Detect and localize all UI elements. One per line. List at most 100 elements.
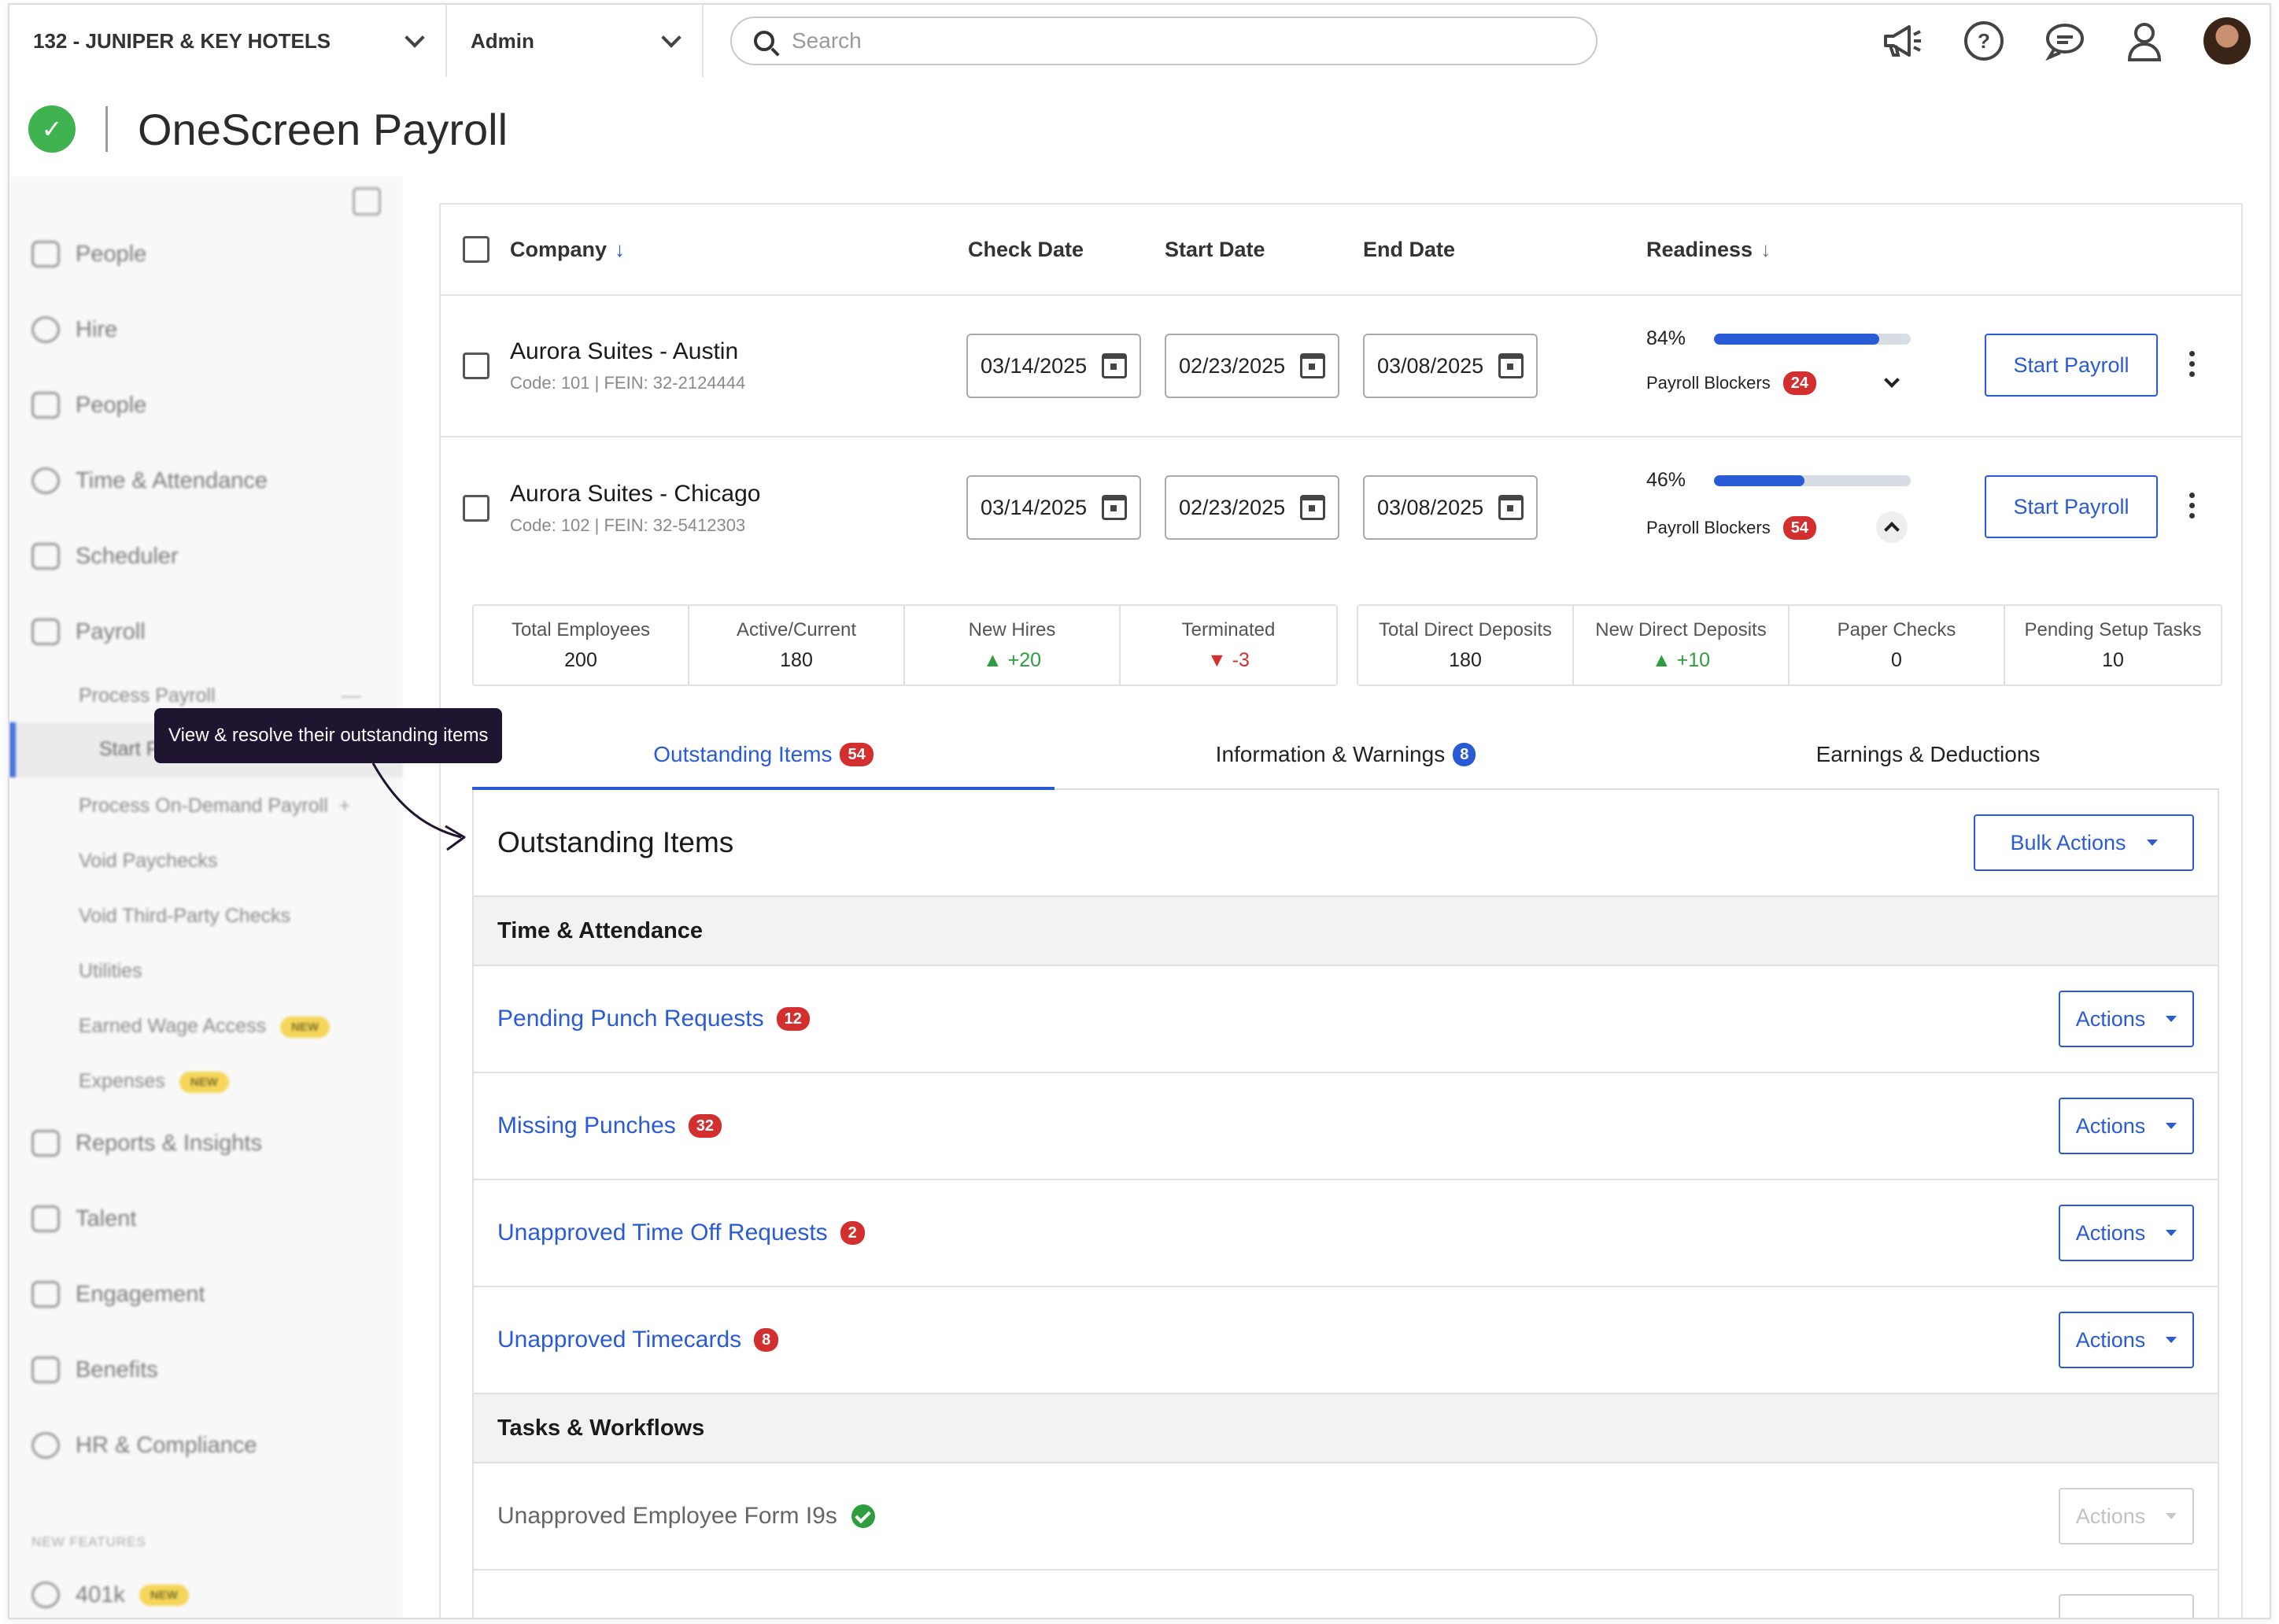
sidebar-item-people-2[interactable]: People xyxy=(31,392,146,419)
calendar-icon xyxy=(1102,353,1127,378)
company-name: Aurora Suites - Austin xyxy=(510,338,739,364)
user-support-icon[interactable] xyxy=(2126,20,2163,61)
sidebar-sub-process-on-demand[interactable]: Process On-Demand Payroll + xyxy=(79,795,350,818)
row-checkbox[interactable] xyxy=(463,352,489,379)
sidebar-item-talent[interactable]: Talent xyxy=(31,1205,136,1232)
start-payroll-button[interactable]: Start Payroll xyxy=(1985,334,2158,397)
user-avatar[interactable] xyxy=(2203,17,2251,65)
list-item: Pending Punch Requests 12 Actions xyxy=(474,966,2218,1073)
pending-punch-requests-link[interactable]: Pending Punch Requests 12 xyxy=(497,1006,810,1032)
column-readiness[interactable]: Readiness ↓ xyxy=(1646,238,1771,262)
role-selector[interactable]: Admin xyxy=(447,5,704,77)
actions-button[interactable]: Actions xyxy=(2059,1312,2194,1368)
caret-down-icon xyxy=(2166,1016,2177,1022)
role-selector-label: Admin xyxy=(471,28,534,53)
actions-button[interactable]: Actions xyxy=(2059,991,2194,1047)
list-item: Unapproved Time Off Requests 2 Actions xyxy=(474,1180,2218,1287)
sidebar-sub-process-payroll[interactable]: Process Payroll — xyxy=(79,685,361,707)
triangle-up-icon: ▲ xyxy=(1651,648,1677,671)
check-circle-icon xyxy=(851,1504,875,1528)
more-options-icon[interactable] xyxy=(2189,493,2196,519)
collapse-row-button[interactable] xyxy=(1876,511,1908,543)
chat-icon[interactable] xyxy=(2044,21,2085,61)
actions-button[interactable]: Actions xyxy=(2059,1205,2194,1261)
sidebar-item-hr-compliance[interactable]: HR & Compliance xyxy=(31,1432,257,1459)
count-badge: 32 xyxy=(688,1114,722,1138)
calendar-icon xyxy=(1498,353,1524,378)
end-date-input[interactable]: 03/08/2025 xyxy=(1363,475,1538,540)
readiness-fill xyxy=(1714,475,1804,486)
megaphone-icon[interactable] xyxy=(1881,22,1923,60)
sidebar-item-benefits[interactable]: Benefits xyxy=(31,1356,158,1383)
date-value: 03/14/2025 xyxy=(981,353,1088,378)
caret-down-icon xyxy=(2166,1337,2177,1343)
column-company[interactable]: Company ↓ xyxy=(510,238,625,262)
select-all-checkbox[interactable] xyxy=(463,236,489,263)
stat-new-hires: New Hires ▲ +20 xyxy=(905,606,1121,685)
sidebar-sub-void-paychecks[interactable]: Void Paychecks xyxy=(79,850,218,873)
stat-active-current: Active/Current 180 xyxy=(689,606,905,685)
actions-button[interactable]: Actions xyxy=(2059,1098,2194,1154)
sidebar-item-people[interactable]: People xyxy=(31,241,146,268)
top-bar: 132 - JUNIPER & KEY HOTELS Admin Search … xyxy=(9,5,2270,77)
tab-outstanding-items[interactable]: Outstanding Items 54 xyxy=(472,721,1055,791)
sidebar-item-hire[interactable]: Hire xyxy=(31,316,117,343)
stat-label: New Direct Deposits xyxy=(1595,618,1767,640)
start-payroll-button[interactable]: Start Payroll xyxy=(1985,475,2158,538)
collapse-sidebar-icon[interactable] xyxy=(353,187,381,216)
tab-badge: 8 xyxy=(1453,743,1476,766)
row-checkbox[interactable] xyxy=(463,495,489,522)
sidebar-item-label: People xyxy=(76,392,147,418)
unapproved-time-off-link[interactable]: Unapproved Time Off Requests 2 xyxy=(497,1220,865,1246)
sidebar-item-label: Payroll xyxy=(76,618,146,644)
sidebar-item-reports[interactable]: Reports & Insights xyxy=(31,1130,262,1157)
count-badge: 12 xyxy=(776,1007,810,1031)
actions-label: Actions xyxy=(2075,1504,2146,1528)
sidebar-item-engagement[interactable]: Engagement xyxy=(31,1281,205,1308)
sidebar-sub-expenses[interactable]: Expenses NEW xyxy=(79,1070,229,1093)
end-date-input[interactable]: 03/08/2025 xyxy=(1363,334,1538,398)
sidebar-sub-earned-wage-access[interactable]: Earned Wage Access NEW xyxy=(79,1015,331,1038)
sidebar-item-scheduler[interactable]: Scheduler xyxy=(31,543,179,570)
help-icon[interactable]: ? xyxy=(1964,21,2004,61)
sidebar-item-payroll[interactable]: Payroll xyxy=(31,618,146,645)
sidebar-sub-void-third-party[interactable]: Void Third-Party Checks xyxy=(79,905,290,928)
calendar-icon xyxy=(1300,495,1325,520)
table-row: Aurora Suites - Austin Code: 101 | FEIN:… xyxy=(441,296,2241,437)
dollar-icon xyxy=(31,618,60,645)
unapproved-timecards-link[interactable]: Unapproved Timecards 8 xyxy=(497,1327,779,1353)
expand-row-button[interactable] xyxy=(1876,367,1908,398)
sidebar-item-time-attendance[interactable]: Time & Attendance xyxy=(31,467,268,494)
stat-terminated: Terminated ▼ -3 xyxy=(1121,606,1336,685)
list-item: Missing Punches 32 Actions xyxy=(474,1073,2218,1180)
sidebar: People Hire People Time & Attendance Sch… xyxy=(9,176,403,1618)
tab-information-warnings[interactable]: Information & Warnings 8 xyxy=(1055,721,1637,788)
calendar-icon xyxy=(1498,495,1524,520)
tab-earnings-deductions[interactable]: Earnings & Deductions xyxy=(1637,721,2219,788)
stat-label: Paper Checks xyxy=(1837,618,1956,640)
search-input[interactable]: Search xyxy=(730,17,1598,65)
sidebar-item-401k[interactable]: 401k NEW xyxy=(31,1582,189,1608)
count-badge: 8 xyxy=(754,1328,779,1352)
missing-punches-link[interactable]: Missing Punches 32 xyxy=(497,1113,722,1139)
check-date-input[interactable]: 03/14/2025 xyxy=(966,475,1141,540)
detail-tabs: Outstanding Items 54 Information & Warnin… xyxy=(472,721,2219,791)
bulk-actions-button[interactable]: Bulk Actions xyxy=(1974,814,2194,871)
check-date-input[interactable]: 03/14/2025 xyxy=(966,334,1141,398)
sidebar-sub-utilities[interactable]: Utilities xyxy=(79,960,142,983)
payroll-blockers: Payroll Blockers 54 xyxy=(1646,516,1816,540)
section-time-attendance: Time & Attendance xyxy=(474,897,2218,966)
stat-value: 0 xyxy=(1891,648,1902,671)
start-date-input[interactable]: 02/23/2025 xyxy=(1165,475,1339,540)
search-icon xyxy=(754,31,774,51)
sidebar-item-label: Benefits xyxy=(76,1356,158,1382)
section-label: NEW FEATURES xyxy=(31,1534,146,1549)
company-selector[interactable]: 132 - JUNIPER & KEY HOTELS xyxy=(9,5,447,77)
sidebar-item-label: 401k xyxy=(76,1582,125,1607)
stat-label: Total Employees xyxy=(511,618,651,640)
triangle-up-icon: ▲ xyxy=(982,648,1008,671)
start-date-input[interactable]: 02/23/2025 xyxy=(1165,334,1339,398)
stat-value: 10 xyxy=(2102,648,2124,671)
more-options-icon[interactable] xyxy=(2189,351,2196,377)
section-tasks-workflows: Tasks & Workflows xyxy=(474,1394,2218,1463)
